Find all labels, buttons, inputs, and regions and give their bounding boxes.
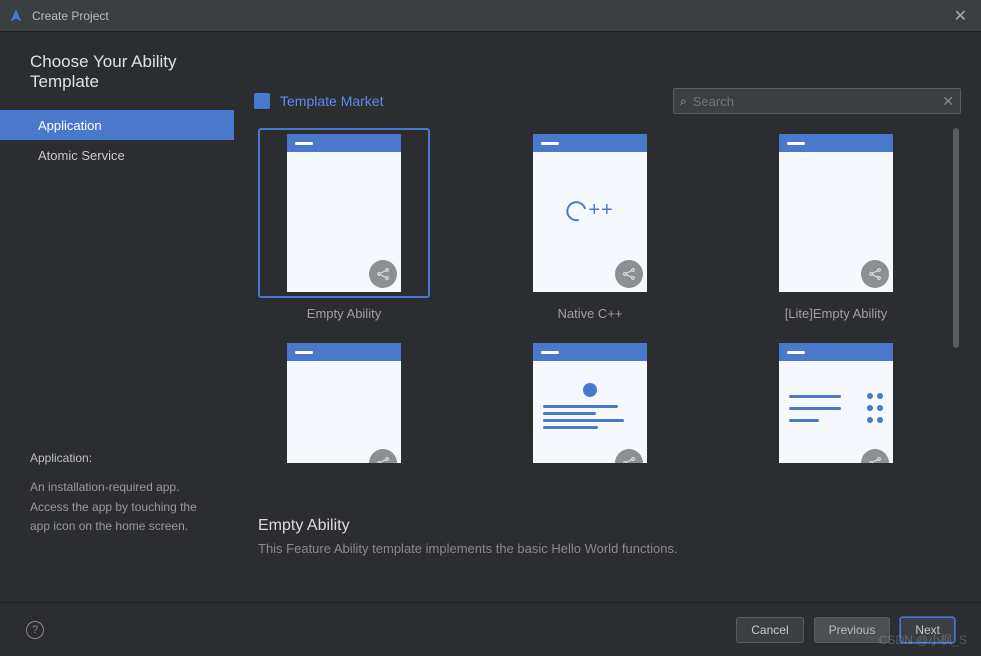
template-label: [Lite]Empty Ability <box>785 306 888 321</box>
search-input[interactable] <box>693 94 943 109</box>
cancel-button[interactable]: Cancel <box>736 617 803 643</box>
content-header: Template Market ⌕ ✕ <box>254 88 961 114</box>
template-description: Empty Ability This Feature Ability templ… <box>254 517 961 556</box>
template-card-lite-empty[interactable] <box>750 128 922 298</box>
selected-template-title: Empty Ability <box>258 517 961 535</box>
scrollbar-thumb[interactable] <box>953 128 959 348</box>
main-area: Choose Your Ability Template Application… <box>0 32 981 600</box>
sidebar-info: Application: An installation-required ap… <box>30 449 220 536</box>
next-button[interactable]: Next <box>900 617 955 643</box>
template-market-link[interactable]: Template Market <box>280 93 383 109</box>
share-badge-icon <box>615 260 643 288</box>
sidebar-item-application[interactable]: Application <box>0 110 234 140</box>
sidebar-info-body: An installation-required app. Access the… <box>30 478 220 536</box>
grid-scrollbar[interactable] <box>953 128 959 496</box>
template-card-native-cpp[interactable]: ++ <box>504 128 676 298</box>
template-card-6[interactable] <box>750 339 922 467</box>
sidebar-item-label: Atomic Service <box>38 148 125 163</box>
template-label: Native C++ <box>557 306 622 321</box>
share-badge-icon <box>861 260 889 288</box>
template-grid: Empty Ability ++ Native C++ <box>254 128 961 467</box>
window-title: Create Project <box>32 9 109 23</box>
sidebar-item-label: Application <box>38 118 102 133</box>
sidebar: Choose Your Ability Template Application… <box>0 32 234 600</box>
template-card-wrap: ++ Native C++ <box>504 128 676 321</box>
footer: ? Cancel Previous Next <box>0 602 981 656</box>
previous-button[interactable]: Previous <box>814 617 891 643</box>
template-label: Empty Ability <box>307 306 381 321</box>
search-box[interactable]: ⌕ ✕ <box>673 88 961 114</box>
template-card-wrap <box>750 339 922 467</box>
share-badge-icon <box>369 449 397 463</box>
template-card-5[interactable] <box>504 339 676 467</box>
share-badge-icon <box>369 260 397 288</box>
close-icon[interactable]: ✕ <box>948 6 973 26</box>
sidebar-info-title: Application: <box>30 449 220 468</box>
titlebar: Create Project ✕ <box>0 0 981 32</box>
template-card-wrap <box>504 339 676 467</box>
app-logo-icon <box>8 8 24 24</box>
template-card-wrap: Empty Ability <box>258 128 430 321</box>
template-card-wrap: [Lite]Empty Ability <box>750 128 922 321</box>
help-icon[interactable]: ? <box>26 621 44 639</box>
sidebar-item-atomic-service[interactable]: Atomic Service <box>0 140 234 170</box>
share-badge-icon <box>615 449 643 463</box>
search-icon: ⌕ <box>680 94 687 109</box>
content: Template Market ⌕ ✕ <box>234 32 981 600</box>
cpp-icon: ++ <box>566 199 613 222</box>
page-title: Choose Your Ability Template <box>0 52 234 110</box>
template-card-empty-ability[interactable] <box>258 128 430 298</box>
template-card-4[interactable] <box>258 339 430 467</box>
clear-search-icon[interactable]: ✕ <box>942 93 954 110</box>
market-icon <box>254 93 270 109</box>
share-badge-icon <box>861 449 889 463</box>
template-card-wrap <box>258 339 430 467</box>
template-grid-viewport: Empty Ability ++ Native C++ <box>254 128 961 501</box>
selected-template-desc: This Feature Ability template implements… <box>258 541 961 556</box>
